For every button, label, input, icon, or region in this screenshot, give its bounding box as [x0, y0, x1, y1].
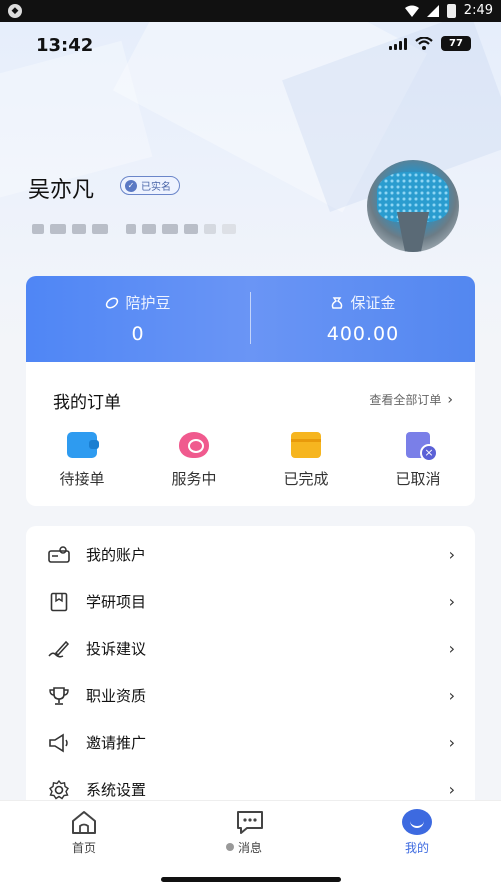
masked-phone-number	[32, 224, 236, 234]
check-icon: ✓	[125, 179, 137, 192]
deposit-value: 400.00	[326, 323, 400, 345]
tab-label: 首页	[71, 841, 96, 855]
verified-label: 已实名	[141, 182, 171, 193]
menu-item-invite-promote[interactable]: 邀请推广 ›	[26, 719, 475, 766]
menu-item-qualifications[interactable]: 职业资质 ›	[26, 672, 475, 719]
order-status-label: 服务中	[171, 470, 217, 488]
signal-icon	[389, 37, 407, 50]
account-card-icon	[48, 544, 70, 566]
order-in-service-button[interactable]: 服务中	[138, 432, 250, 489]
wallet-icon	[67, 432, 99, 458]
verified-badge: ✓ 已实名	[120, 176, 180, 195]
wifi-icon	[415, 37, 433, 50]
order-pending-button[interactable]: 待接单	[26, 432, 138, 489]
pen-icon	[48, 638, 70, 660]
money-bag-icon	[332, 296, 343, 309]
home-indicator[interactable]	[161, 877, 341, 882]
points-label: 陪护豆	[125, 294, 171, 312]
order-status-label: 待接单	[59, 470, 105, 488]
user-name: 吴亦凡	[28, 178, 95, 203]
chevron-right-icon: ›	[447, 391, 453, 408]
order-cancelled-button[interactable]: 已取消	[362, 432, 474, 489]
view-all-orders-label: 查看全部订单	[369, 393, 442, 407]
heart-hands-icon	[179, 432, 209, 458]
settings-menu: 我的账户 › 学研项目 › 投诉建议 › 职业资质 › 邀请推广 › 系统设置 …	[26, 526, 475, 826]
megaphone-icon	[48, 732, 70, 754]
box-icon	[291, 432, 321, 458]
menu-item-label: 学研项目	[86, 593, 147, 611]
signal-x-icon	[426, 4, 439, 17]
cancel-doc-icon	[406, 432, 438, 462]
battery-icon	[446, 3, 456, 18]
chevron-right-icon: ›	[448, 733, 455, 752]
shield-icon: ◆	[8, 4, 22, 18]
menu-item-complaints[interactable]: 投诉建议 ›	[26, 625, 475, 672]
points-section[interactable]: 陪护豆 0	[26, 276, 250, 362]
view-all-orders-link[interactable]: 查看全部订单 ›	[369, 391, 453, 408]
bean-icon	[106, 296, 119, 309]
floating-dot	[226, 843, 234, 851]
ios-status-icons: 77	[389, 36, 471, 51]
message-icon	[235, 809, 265, 835]
trophy-icon	[48, 685, 70, 707]
android-status-icons: 2:49	[404, 3, 493, 18]
wifi-icon	[404, 5, 419, 17]
orders-section: 我的订单 查看全部订单 › 待接单 服务中 已完成 已取消	[26, 362, 475, 506]
bottom-tab-bar: 首页 消息 我的	[0, 800, 501, 860]
chevron-right-icon: ›	[448, 639, 455, 658]
gear-icon	[48, 779, 70, 801]
wallet-card: 陪护豆 0 保证金 400.00	[26, 276, 475, 362]
chevron-right-icon: ›	[448, 780, 455, 799]
chevron-right-icon: ›	[448, 592, 455, 611]
menu-item-label: 我的账户	[86, 546, 147, 564]
ios-time: 13:42	[36, 35, 94, 56]
home-icon	[69, 809, 99, 835]
deposit-section[interactable]: 保证金 400.00	[251, 276, 475, 362]
menu-item-label: 系统设置	[86, 781, 147, 799]
android-time: 2:49	[463, 3, 493, 18]
me-icon	[402, 809, 432, 835]
deposit-label: 保证金	[350, 294, 396, 312]
avatar[interactable]	[367, 160, 459, 252]
battery-indicator: 77	[441, 36, 471, 51]
order-status-label: 已完成	[283, 470, 329, 488]
tab-me[interactable]: 我的	[357, 809, 477, 856]
tab-messages[interactable]: 消息	[190, 809, 310, 856]
tab-home[interactable]: 首页	[24, 809, 144, 856]
chevron-right-icon: ›	[448, 686, 455, 705]
menu-item-label: 邀请推广	[86, 734, 147, 752]
menu-item-label: 投诉建议	[86, 640, 147, 658]
tab-label: 消息	[237, 841, 262, 855]
menu-item-research-projects[interactable]: 学研项目 ›	[26, 578, 475, 625]
tab-label: 我的	[404, 841, 429, 855]
order-status-label: 已取消	[395, 470, 441, 488]
menu-item-my-account[interactable]: 我的账户 ›	[26, 531, 475, 578]
order-completed-button[interactable]: 已完成	[250, 432, 362, 489]
bookmark-icon	[48, 591, 70, 613]
chevron-right-icon: ›	[448, 545, 455, 564]
points-value: 0	[131, 323, 145, 345]
orders-title: 我的订单	[53, 393, 121, 413]
menu-item-label: 职业资质	[86, 687, 147, 705]
android-status-bar: ◆ 2:49	[0, 0, 501, 22]
